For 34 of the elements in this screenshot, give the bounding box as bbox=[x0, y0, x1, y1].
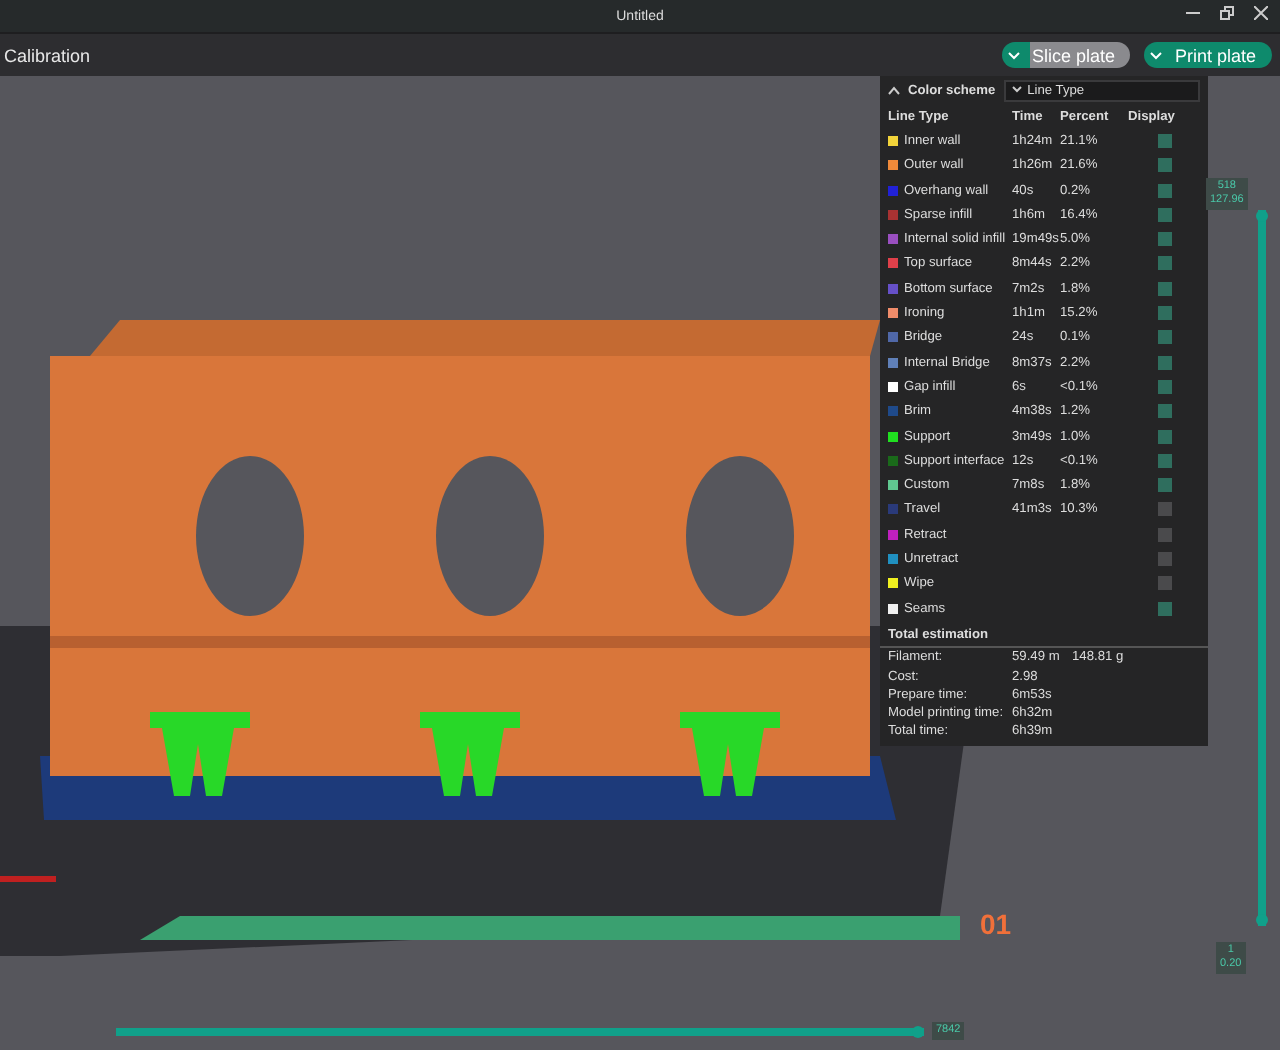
restore-icon[interactable] bbox=[1220, 6, 1234, 20]
display-checkbox[interactable] bbox=[1157, 502, 1171, 517]
display-checkbox[interactable] bbox=[1157, 183, 1171, 198]
upper-thumb[interactable] bbox=[1256, 210, 1268, 222]
plate-button[interactable]: Print plate bbox=[1144, 42, 1272, 68]
display-checkbox[interactable] bbox=[1157, 551, 1171, 566]
move-slider[interactable] bbox=[116, 1028, 924, 1036]
display-checkbox[interactable] bbox=[1157, 232, 1171, 247]
lower-thumb[interactable] bbox=[1256, 914, 1268, 926]
display-checkbox[interactable] bbox=[1157, 478, 1171, 493]
tab-title: Calibration bbox=[4, 45, 93, 65]
display-checkbox[interactable] bbox=[1157, 576, 1171, 591]
display-checkbox[interactable] bbox=[1157, 601, 1171, 616]
plate-number: 01 bbox=[980, 908, 1012, 940]
display-checkbox[interactable] bbox=[1157, 330, 1171, 345]
display-checkbox[interactable] bbox=[1157, 404, 1171, 419]
caret-icon[interactable] bbox=[1011, 86, 1022, 94]
close-icon[interactable] bbox=[1254, 6, 1268, 20]
layer-slider[interactable] bbox=[1258, 210, 1266, 926]
display-checkbox[interactable] bbox=[1157, 379, 1171, 394]
display-checkbox[interactable] bbox=[1157, 133, 1171, 148]
display-checkbox[interactable] bbox=[1157, 527, 1171, 542]
collapse-icon[interactable] bbox=[888, 85, 900, 95]
display-checkbox[interactable] bbox=[1157, 453, 1171, 468]
display-checkbox[interactable] bbox=[1157, 281, 1171, 296]
plate-button[interactable]: Slice plate bbox=[1001, 42, 1131, 68]
display-checkbox[interactable] bbox=[1157, 207, 1171, 222]
display-checkbox[interactable] bbox=[1157, 306, 1171, 321]
display-checkbox[interactable] bbox=[1157, 429, 1171, 443]
display-checkbox[interactable] bbox=[1157, 158, 1171, 173]
move-thumb[interactable] bbox=[912, 1026, 924, 1038]
display-checkbox[interactable] bbox=[1157, 256, 1171, 271]
minimize-icon[interactable] bbox=[1186, 6, 1200, 20]
display-checkbox[interactable] bbox=[1157, 355, 1171, 370]
